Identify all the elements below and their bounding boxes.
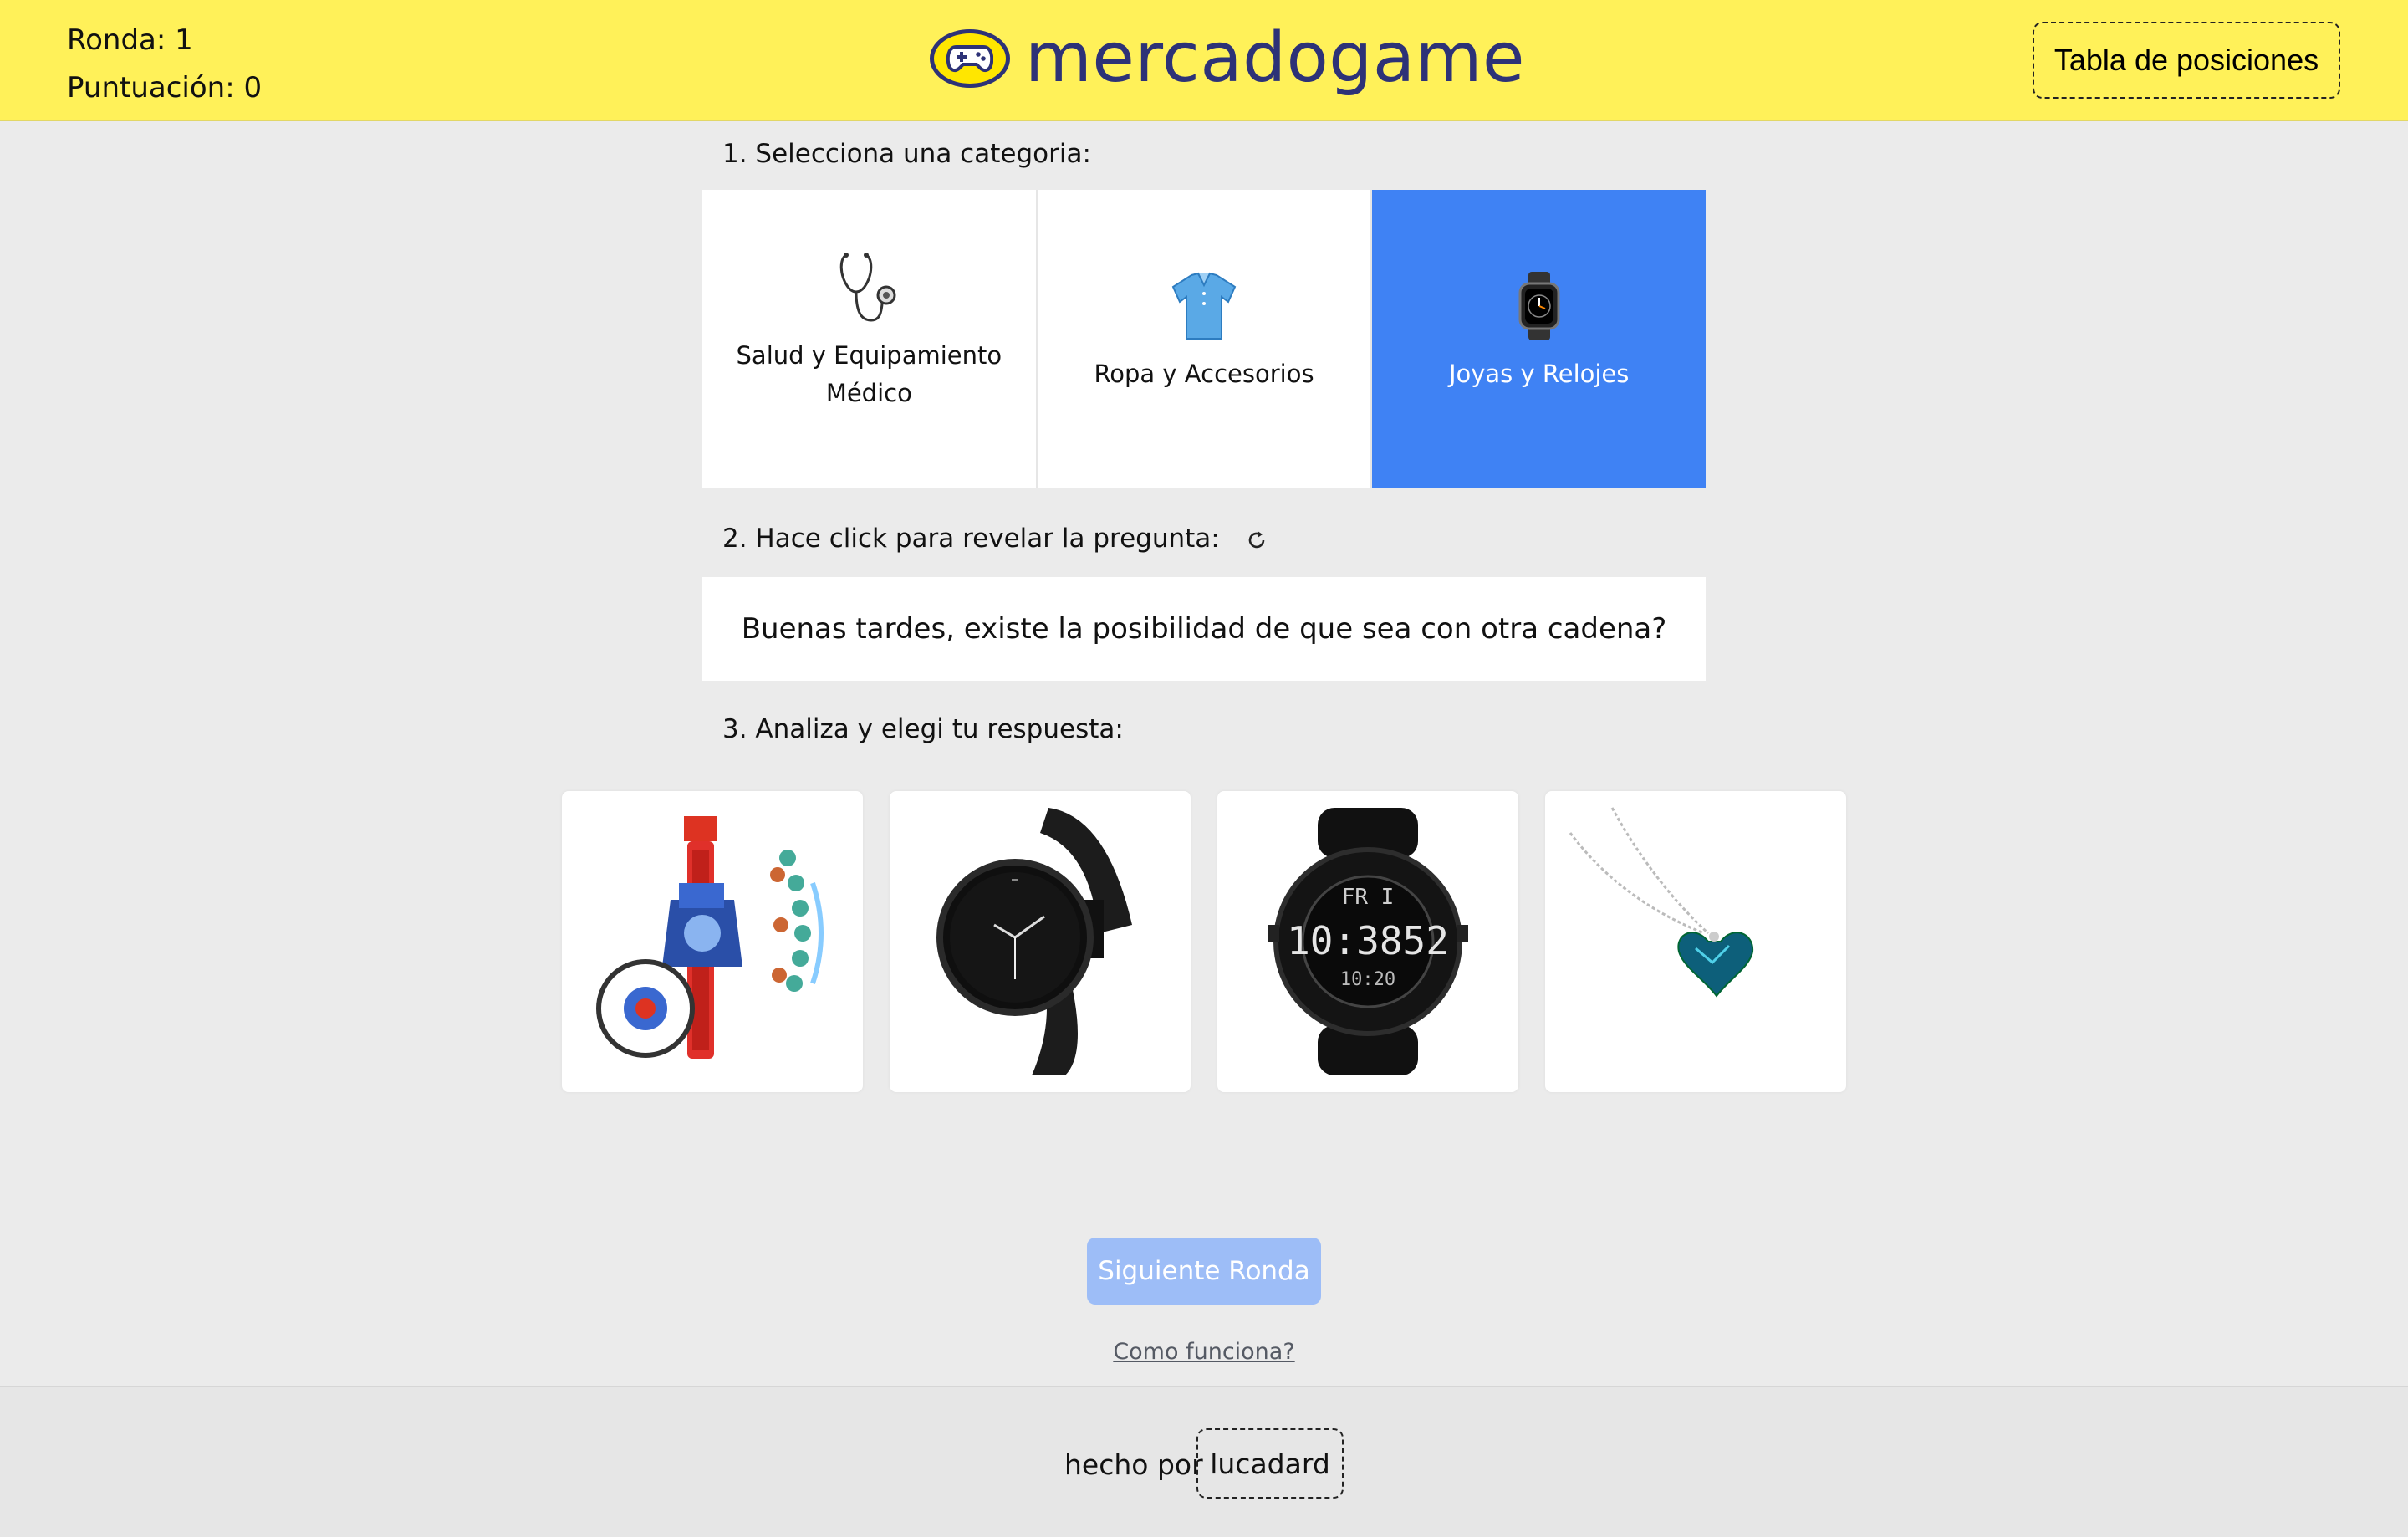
answer-option-3[interactable]: FR I 10:3852 10:20 xyxy=(1217,791,1518,1092)
logo: mercadogame xyxy=(930,18,1525,99)
category-name: Salud y Equipamiento Médico xyxy=(736,340,1002,407)
answer-option-4[interactable] xyxy=(1545,791,1846,1092)
author-link[interactable]: lucadard xyxy=(1196,1428,1344,1499)
how-it-works-link[interactable]: Como funciona? xyxy=(0,1339,2408,1365)
stethoscope-icon xyxy=(831,250,906,325)
step3-label: 3. Analiza y elegi tu respuesta: xyxy=(722,714,1124,744)
round-counter: Ronda: 1 xyxy=(67,23,193,57)
header-bar: Ronda: 1 Puntuación: 0 mercadogame Tabla… xyxy=(0,0,2408,121)
heart-pendant-necklace-image xyxy=(1569,807,1754,998)
category-name: Joyas y Relojes xyxy=(1448,360,1630,388)
shirt-icon xyxy=(1166,268,1242,344)
question-card[interactable]: Buenas tardes, existe la posibilidad de … xyxy=(702,577,1706,681)
category-name: Ropa y Accesorios xyxy=(1094,360,1314,388)
category-clothing[interactable]: Ropa y Accesorios xyxy=(1037,190,1373,488)
footer: hecho por lucadard xyxy=(0,1386,2408,1537)
leaderboard-button[interactable]: Tabla de posiciones xyxy=(2033,22,2340,99)
svg-text:10:3852: 10:3852 xyxy=(1287,918,1449,963)
category-selector: Salud y Equipamiento Médico Ropa y Acces… xyxy=(702,190,1707,488)
answer-options: FR I 10:3852 10:20 xyxy=(562,791,1846,1092)
next-round-button[interactable]: Siguiente Ronda xyxy=(1087,1238,1321,1305)
smartwatch-icon xyxy=(1502,268,1577,344)
category-health[interactable]: Salud y Equipamiento Médico xyxy=(702,190,1038,488)
step1-label: 1. Selecciona una categoria: xyxy=(722,139,1091,169)
question-text: Buenas tardes, existe la posibilidad de … xyxy=(741,612,1667,646)
answer-option-1[interactable] xyxy=(562,791,863,1092)
step2-text: 2. Hace click para revelar la pregunta: xyxy=(722,523,1220,554)
svg-text:10:20: 10:20 xyxy=(1340,969,1395,990)
score-counter: Puntuación: 0 xyxy=(67,71,263,105)
gamepad-icon xyxy=(930,29,1010,88)
logo-text: mercadogame xyxy=(1025,18,1525,98)
digital-sport-watch-image: FR I 10:3852 10:20 xyxy=(1268,808,1468,1075)
black-mesh-watch-image xyxy=(936,808,1132,1075)
kids-projector-watch-image xyxy=(596,816,824,1059)
game-stats: Ronda: 1 Puntuación: 0 xyxy=(67,17,262,112)
answer-option-2[interactable] xyxy=(890,791,1191,1092)
svg-text:FR I: FR I xyxy=(1342,885,1395,910)
refresh-icon[interactable] xyxy=(1245,529,1268,552)
category-jewelry[interactable]: Joyas y Relojes xyxy=(1372,190,1707,488)
made-by-label: hecho por xyxy=(1064,1448,1203,1481)
step2-label: 2. Hace click para revelar la pregunta: xyxy=(722,523,1268,554)
